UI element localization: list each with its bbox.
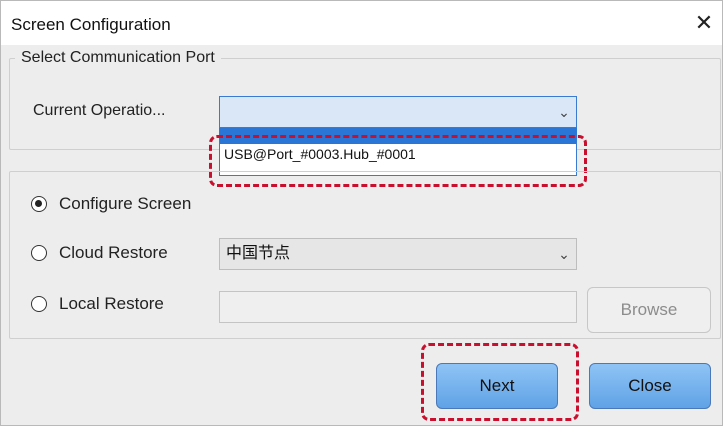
browse-button[interactable]: Browse [587,287,711,333]
local-restore-label: Local Restore [59,294,164,313]
window-title: Screen Configuration [11,15,171,34]
radio-selected-dot [35,200,42,207]
chevron-down-icon: ⌄ [558,104,570,120]
close-icon[interactable]: ✕ [691,9,717,37]
current-operation-dropdown[interactable]: ⌄ [219,96,577,128]
title-bar: Screen Configuration ✕ [1,1,722,45]
configure-screen-label: Configure Screen [59,194,192,213]
port-option-usb[interactable]: USB@Port_#0003.Hub_#0001 [224,146,416,162]
local-restore-radio[interactable] [31,296,47,312]
current-operation-label: Current Operatio... [33,102,166,119]
port-dropdown-list: USB@Port_#0003.Hub_#0001 [219,128,577,176]
communication-port-legend: Select Communication Port [15,49,221,67]
next-button[interactable]: Next [436,363,558,409]
cloud-node-value: 中国节点 [226,245,291,262]
cloud-restore-label: Cloud Restore [59,243,168,262]
screen-configuration-dialog: Screen Configuration ✕ Select Communicat… [0,0,723,426]
close-button[interactable]: Close [589,363,711,409]
cloud-restore-radio[interactable] [31,245,47,261]
chevron-down-icon: ⌄ [558,246,570,262]
local-restore-path-field[interactable] [219,291,577,323]
cloud-node-dropdown[interactable]: 中国节点 ⌄ [219,238,577,270]
configure-screen-radio[interactable] [31,196,47,212]
